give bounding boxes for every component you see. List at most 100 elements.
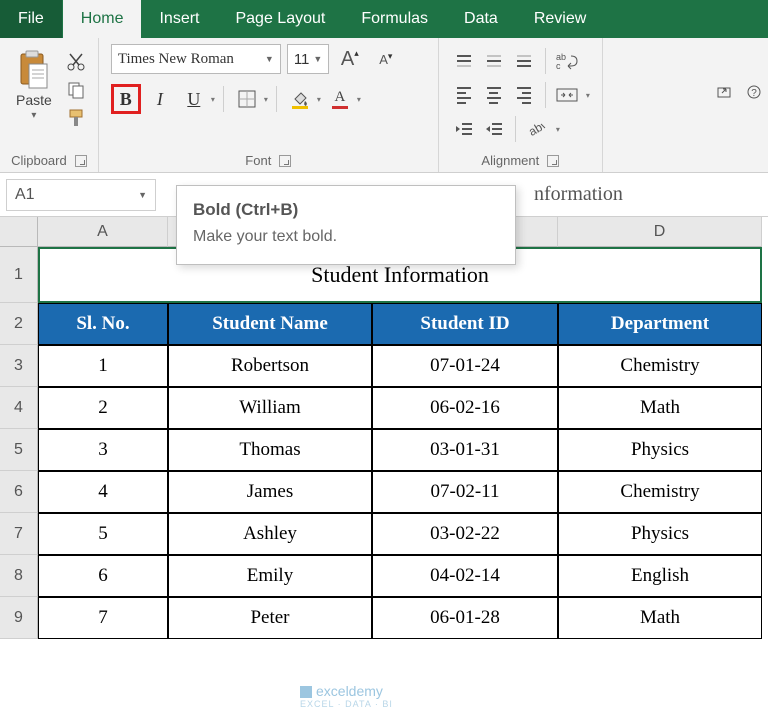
chevron-down-icon[interactable]: ▾ (211, 95, 215, 104)
tab-home[interactable]: Home (63, 0, 142, 38)
tab-formulas[interactable]: Formulas (343, 0, 446, 38)
paste-label: Paste (16, 92, 52, 108)
cell[interactable]: 1 (38, 345, 168, 387)
align-bottom-button[interactable] (511, 49, 537, 73)
group-label-font: Font (245, 151, 271, 170)
separator (515, 116, 516, 142)
chevron-down-icon[interactable]: ▾ (357, 95, 361, 104)
align-left-button[interactable] (451, 83, 477, 107)
cell[interactable]: 6 (38, 555, 168, 597)
cell[interactable]: Thomas (168, 429, 372, 471)
cell[interactable]: Physics (558, 429, 762, 471)
cell[interactable]: Chemistry (558, 345, 762, 387)
fill-color-button[interactable] (285, 84, 315, 114)
select-all-corner[interactable] (0, 217, 38, 247)
align-right-icon (517, 87, 531, 104)
merge-center-button[interactable] (554, 83, 580, 107)
cell[interactable]: Ashley (168, 513, 372, 555)
cell[interactable]: 3 (38, 429, 168, 471)
tab-page-layout[interactable]: Page Layout (217, 0, 343, 38)
help-icon[interactable]: ? (746, 84, 762, 100)
cell[interactable]: Emily (168, 555, 372, 597)
fill-color-icon (290, 89, 310, 109)
font-name-combo[interactable]: Times New Roman ▼ (111, 44, 281, 74)
row-header[interactable]: 9 (0, 597, 38, 639)
align-top-button[interactable] (451, 49, 477, 73)
chevron-down-icon[interactable]: ▾ (586, 91, 590, 100)
cut-button[interactable] (66, 52, 86, 72)
cell[interactable]: Math (558, 387, 762, 429)
cell[interactable]: 06-02-16 (372, 387, 558, 429)
format-painter-button[interactable] (66, 108, 86, 128)
italic-button[interactable]: I (145, 84, 175, 114)
alignment-dialog-launcher[interactable] (547, 155, 559, 167)
underline-button[interactable]: U (179, 84, 209, 114)
row-header[interactable]: 1 (0, 247, 38, 303)
column-header[interactable]: A (38, 217, 168, 247)
font-dialog-launcher[interactable] (279, 155, 291, 167)
increase-font-icon: A (341, 48, 354, 71)
column-header[interactable]: D (558, 217, 762, 247)
bold-button[interactable]: B (111, 84, 141, 114)
row-header[interactable]: 4 (0, 387, 38, 429)
svg-text:ab: ab (527, 120, 545, 138)
table-header[interactable]: Sl. No. (38, 303, 168, 345)
cell[interactable]: 2 (38, 387, 168, 429)
row-header[interactable]: 3 (0, 345, 38, 387)
cell[interactable]: James (168, 471, 372, 513)
row-header[interactable]: 8 (0, 555, 38, 597)
chevron-down-icon[interactable]: ▾ (556, 125, 560, 134)
increase-font-button[interactable]: A▴ (335, 44, 365, 74)
row-header[interactable]: 7 (0, 513, 38, 555)
cell[interactable]: 5 (38, 513, 168, 555)
cell[interactable]: 06-01-28 (372, 597, 558, 639)
decrease-font-button[interactable]: A▾ (371, 44, 401, 74)
cell[interactable]: 4 (38, 471, 168, 513)
tab-insert[interactable]: Insert (141, 0, 217, 38)
align-center-button[interactable] (481, 83, 507, 107)
cell[interactable]: 03-02-22 (372, 513, 558, 555)
table-header[interactable]: Department (558, 303, 762, 345)
cell[interactable]: Robertson (168, 345, 372, 387)
table-header[interactable]: Student Name (168, 303, 372, 345)
cell[interactable]: Math (558, 597, 762, 639)
font-size-combo[interactable]: 11 ▼ (287, 44, 329, 74)
chevron-down-icon[interactable]: ▾ (317, 95, 321, 104)
tab-file[interactable]: File (0, 0, 62, 38)
font-color-button[interactable]: A (325, 84, 355, 114)
cell[interactable]: 04-02-14 (372, 555, 558, 597)
tab-review[interactable]: Review (516, 0, 604, 38)
copy-button[interactable] (66, 80, 86, 100)
merge-icon (556, 87, 578, 103)
name-box[interactable]: A1 ▼ (6, 179, 156, 211)
chevron-down-icon[interactable]: ▾ (264, 95, 268, 104)
cell[interactable]: 07-01-24 (372, 345, 558, 387)
clipboard-dialog-launcher[interactable] (75, 155, 87, 167)
row-header[interactable]: 5 (0, 429, 38, 471)
cell[interactable]: 03-01-31 (372, 429, 558, 471)
share-icon[interactable] (716, 84, 732, 100)
watermark-text: exceldemy (316, 683, 383, 699)
cell[interactable]: 7 (38, 597, 168, 639)
cell[interactable]: English (558, 555, 762, 597)
cell[interactable]: William (168, 387, 372, 429)
orientation-button[interactable]: ab (524, 117, 550, 141)
align-right-button[interactable] (511, 83, 537, 107)
table-header[interactable]: Student ID (372, 303, 558, 345)
wrap-text-button[interactable]: abc (554, 49, 580, 73)
separator (276, 86, 277, 112)
paste-button[interactable]: Paste ▾ (12, 48, 56, 123)
cell[interactable]: 07-02-11 (372, 471, 558, 513)
decrease-indent-button[interactable] (451, 117, 477, 141)
cell[interactable]: Physics (558, 513, 762, 555)
cell[interactable]: Chemistry (558, 471, 762, 513)
group-label-alignment: Alignment (481, 151, 539, 170)
row-header[interactable]: 6 (0, 471, 38, 513)
borders-button[interactable] (232, 84, 262, 114)
cell[interactable]: Peter (168, 597, 372, 639)
align-middle-button[interactable] (481, 49, 507, 73)
tab-data[interactable]: Data (446, 0, 516, 38)
row-header[interactable]: 2 (0, 303, 38, 345)
font-color-icon: A (332, 89, 348, 109)
increase-indent-button[interactable] (481, 117, 507, 141)
